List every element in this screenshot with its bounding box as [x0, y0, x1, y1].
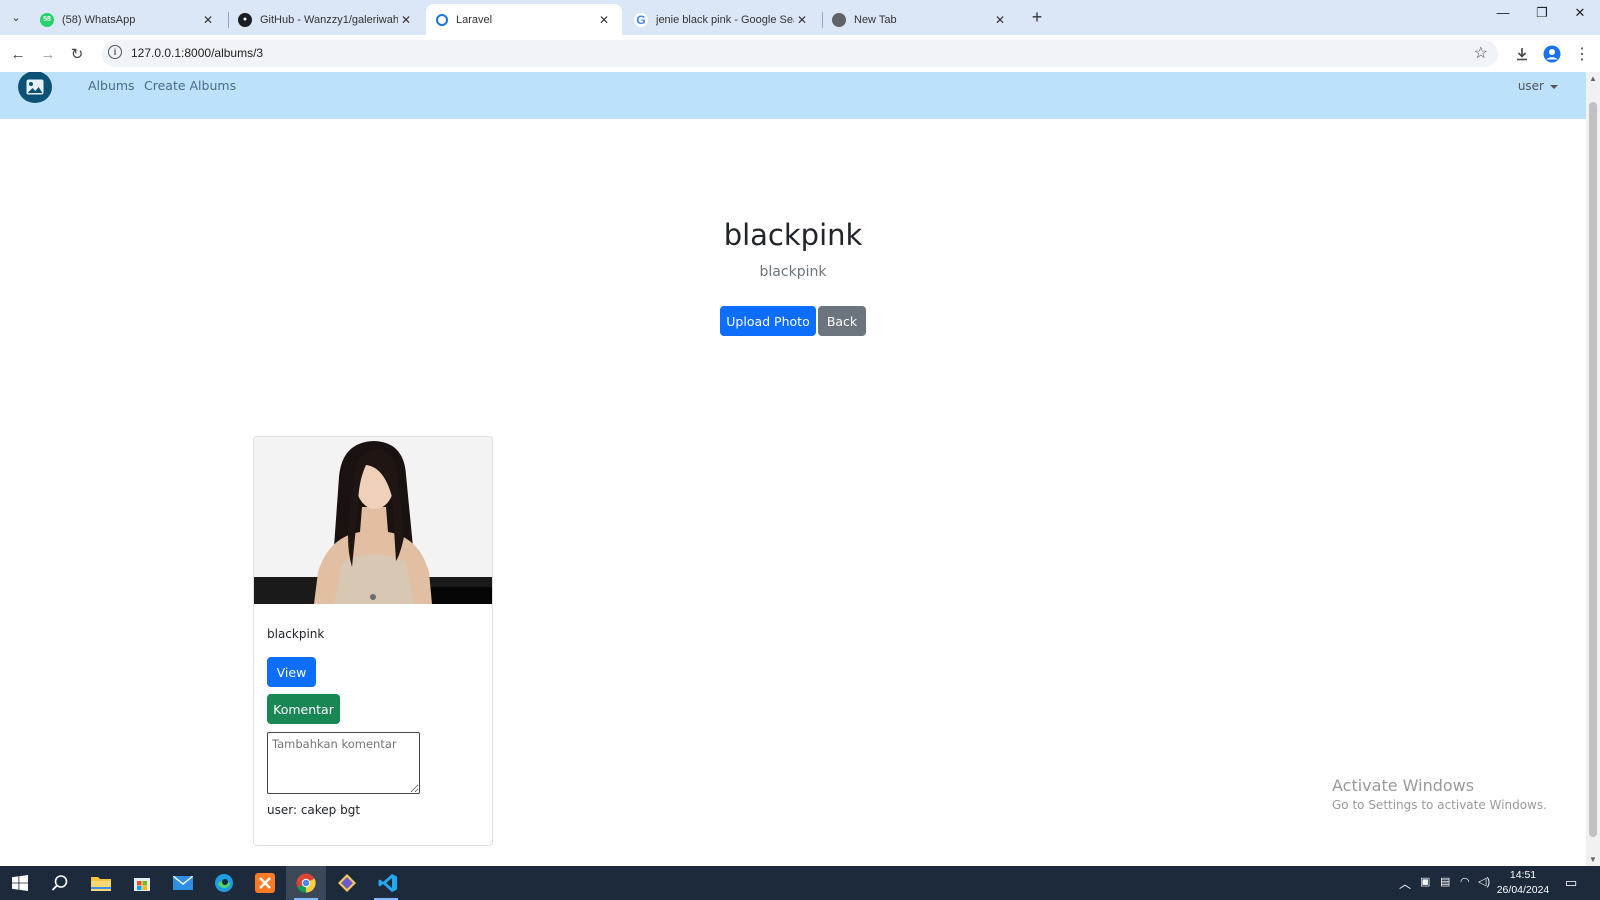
edge-browser-icon[interactable] [212, 871, 236, 895]
xampp-icon[interactable] [253, 871, 277, 895]
search-icon[interactable] [48, 871, 72, 895]
notification-icon[interactable]: ▭ [1565, 875, 1577, 891]
site-info-icon[interactable]: i [108, 45, 122, 59]
page-scrollbar[interactable]: ▲ ▼ [1586, 72, 1600, 866]
windows-start-icon[interactable] [8, 871, 32, 895]
git-icon[interactable] [335, 871, 359, 895]
close-window-button[interactable]: ✕ [1565, 5, 1595, 21]
kebab-menu-icon[interactable]: ⋮ [1570, 42, 1594, 66]
github-icon: ● [238, 12, 252, 27]
globe-icon [436, 13, 448, 26]
view-button[interactable]: View [267, 657, 316, 687]
address-bar[interactable]: i 127.0.0.1:8000/albums/3 ☆ [102, 40, 1498, 67]
volume-icon[interactable]: ◁) [1478, 875, 1490, 888]
close-icon[interactable]: ✕ [794, 13, 810, 27]
url-text[interactable]: 127.0.0.1:8000/albums/3 [131, 46, 263, 60]
tab-search-button[interactable]: ⌄ [6, 7, 26, 27]
tab-whatsapp[interactable]: 58 (58) WhatsApp ✕ [30, 4, 226, 35]
wifi-icon[interactable]: ◠ [1460, 875, 1470, 888]
tab-google-search[interactable]: G jenie black pink - Google Searc ✕ [624, 4, 820, 35]
nav-link-create-albums[interactable]: Create Albums [144, 78, 236, 93]
comment-input[interactable] [267, 732, 420, 794]
photo-card: blackpink View Komentar user: cakep bgt [253, 436, 493, 846]
chevron-up-icon[interactable]: ︿ [1399, 875, 1411, 892]
caret-down-icon [1550, 84, 1558, 89]
user-dropdown[interactable]: user [1518, 79, 1558, 93]
komentar-button[interactable]: Komentar [267, 694, 340, 724]
web-page: Albums Create Albums user blackpink blac… [0, 72, 1586, 866]
photo-caption: blackpink [267, 627, 325, 641]
restore-button[interactable]: ❐ [1527, 5, 1557, 21]
chrome-icon [832, 12, 846, 27]
close-icon[interactable]: ✕ [992, 13, 1008, 27]
forward-arrow-icon[interactable]: → [37, 43, 59, 65]
meet-now-icon[interactable]: ▣ [1420, 875, 1430, 888]
tab-title: (58) WhatsApp [62, 13, 136, 26]
windows-taskbar: ︿ ▣ ▤ ◠ ◁) 14:51 26/04/2024 ▭ [0, 866, 1600, 900]
clock-date: 26/04/2024 [1496, 884, 1550, 896]
gallery-logo-icon[interactable] [18, 72, 52, 103]
upload-photo-button[interactable]: Upload Photo [720, 306, 816, 336]
album-title: blackpink [723, 218, 863, 252]
close-icon[interactable]: ✕ [200, 13, 216, 27]
browser-toolbar: ← → ↻ i 127.0.0.1:8000/albums/3 ☆ ⋮ [0, 35, 1600, 73]
new-tab-button[interactable]: + [1027, 7, 1047, 27]
tab-title: GitHub - Wanzzy1/galeriwahda [260, 13, 398, 26]
album-description: blackpink [759, 264, 827, 280]
reload-icon[interactable]: ↻ [66, 43, 88, 65]
nav-link-albums[interactable]: Albums [88, 78, 135, 93]
vscode-icon[interactable] [376, 871, 400, 895]
tab-title: jenie black pink - Google Searc [656, 13, 794, 26]
close-icon[interactable]: ✕ [398, 13, 414, 27]
file-explorer-icon[interactable] [89, 871, 113, 895]
photo-image[interactable] [254, 437, 492, 604]
display-icon[interactable]: ▤ [1440, 875, 1450, 888]
mail-icon[interactable] [171, 871, 195, 895]
activate-windows-watermark: Activate Windows Go to Settings to activ… [1332, 776, 1547, 812]
tab-title: New Tab [854, 13, 897, 26]
taskbar-clock[interactable]: 14:51 26/04/2024 [1494, 868, 1552, 898]
google-icon: G [634, 12, 648, 27]
scroll-down-icon[interactable]: ▼ [1589, 855, 1597, 864]
comment-item: user: cakep bgt [267, 803, 361, 817]
download-icon[interactable] [1510, 42, 1534, 66]
tab-new-tab[interactable]: New Tab ✕ [822, 4, 1018, 35]
chrome-taskbar-icon[interactable] [294, 871, 318, 895]
clock-time: 14:51 [1509, 869, 1537, 881]
microsoft-store-icon[interactable] [130, 871, 154, 895]
scroll-up-icon[interactable]: ▲ [1589, 74, 1597, 83]
tab-laravel[interactable]: Laravel ✕ [426, 4, 622, 35]
back-arrow-icon[interactable]: ← [7, 43, 29, 65]
bookmark-star-icon[interactable]: ☆ [1474, 43, 1488, 63]
back-button[interactable]: Back [818, 306, 866, 336]
site-navbar: Albums Create Albums user [0, 72, 1586, 119]
watermark-title: Activate Windows [1332, 776, 1475, 795]
tab-github[interactable]: ● GitHub - Wanzzy1/galeriwahda ✕ [228, 4, 424, 35]
tab-title: Laravel [456, 13, 493, 26]
scrollbar-thumb[interactable] [1589, 102, 1597, 837]
browser-tabstrip: ⌄ 58 (58) WhatsApp ✕ ● GitHub - Wanzzy1/… [0, 0, 1600, 35]
whatsapp-icon: 58 [40, 12, 54, 27]
close-icon[interactable]: ✕ [596, 13, 612, 27]
profile-avatar-icon[interactable] [1540, 42, 1564, 66]
minimize-button[interactable]: — [1488, 5, 1518, 20]
user-name: user [1517, 79, 1544, 93]
chevron-down-icon: ⌄ [11, 11, 21, 24]
watermark-subtitle: Go to Settings to activate Windows. [1332, 798, 1547, 812]
